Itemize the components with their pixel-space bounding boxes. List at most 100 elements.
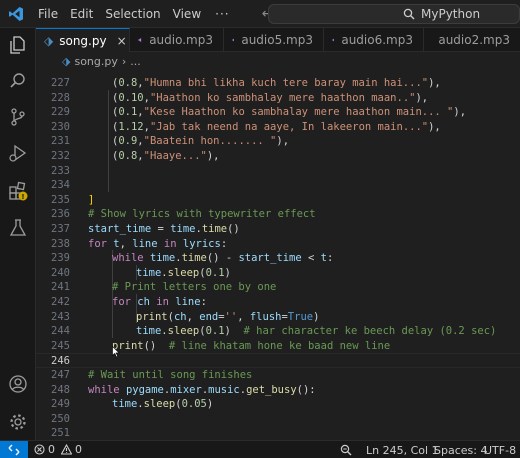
search-icon[interactable] — [6, 69, 30, 93]
line-number: 251 — [51, 427, 70, 440]
tab-audio6-mp3[interactable]: audio6.mp3 — [324, 28, 424, 52]
tab-label: audio.mp3 — [149, 33, 213, 47]
tab-label: song.py — [59, 33, 107, 48]
more-menu-button[interactable]: ··· — [207, 0, 237, 28]
code-line: 242 for ch in line: — [36, 295, 520, 310]
extensions-icon[interactable]: ! — [6, 179, 30, 203]
line-number: 229 — [51, 106, 70, 119]
audio-file-icon — [232, 38, 235, 42]
line-number: 230 — [51, 120, 70, 133]
line-number: 236 — [51, 208, 70, 221]
audio-file-icon — [332, 38, 335, 42]
line-number: 248 — [51, 383, 70, 396]
warning-count: 0 — [75, 443, 82, 456]
line-number: 246 — [51, 355, 70, 368]
mouse-pointer-icon — [112, 346, 120, 358]
tab-audio-mp3[interactable]: audio.mp3 — [130, 28, 224, 52]
code-line: 239 while time.time() - start_time < t: — [36, 251, 520, 266]
account-icon[interactable] — [6, 372, 30, 396]
menu-selection[interactable]: Selection — [99, 0, 166, 28]
code-line: 227 (0.8,"Humna bhi likha kuch tere baray… — [36, 76, 520, 91]
line-number: 233 — [51, 164, 70, 177]
tab-song-py[interactable]: ⬗ song.py × — [36, 28, 130, 52]
error-count: 0 — [48, 443, 55, 456]
line-number: 239 — [51, 252, 70, 265]
code-line: 247 # Wait until song finishes — [36, 368, 520, 383]
line-number: 228 — [51, 91, 70, 104]
line-number: 227 — [51, 77, 70, 89]
line-number: 243 — [51, 310, 70, 323]
code-line: 240 time.sleep(0.1) — [36, 266, 520, 281]
menu-file[interactable]: File — [32, 0, 64, 28]
code-editor[interactable]: 227 (0.8,"Humna bhi likha kuch tere baray… — [36, 70, 520, 440]
line-number: 250 — [51, 412, 70, 425]
code-line: 232 (0.8,"Haaye..."), — [36, 149, 520, 164]
python-file-icon: ⬗ — [44, 33, 54, 48]
line-number: 249 — [51, 398, 70, 411]
code-line: 235] — [36, 193, 520, 208]
code-line: 231 (0.9,"Baatein hon....... "), — [36, 134, 520, 149]
file-encoding[interactable]: UTF-8 — [478, 441, 520, 458]
menu-edit[interactable]: Edit — [64, 0, 99, 28]
breadcrumb: ⬗ song.py › ... — [36, 52, 520, 70]
line-number: 241 — [51, 281, 70, 294]
code-line: 233 — [36, 164, 520, 179]
line-number: 247 — [51, 369, 70, 381]
line-number: 242 — [51, 296, 70, 308]
line-number: 231 — [51, 135, 70, 148]
line-number: 234 — [51, 179, 70, 192]
line-number: 240 — [51, 266, 70, 279]
warning-icon — [61, 444, 72, 455]
line-number: 245 — [51, 339, 70, 352]
explorer-icon[interactable] — [6, 33, 30, 57]
close-icon[interactable]: × — [117, 34, 127, 48]
run-debug-icon[interactable] — [6, 141, 30, 165]
python-file-icon: ⬗ — [62, 54, 71, 68]
code-line: 248 while pygame.mixer.music.get_busy(): — [36, 383, 520, 398]
code-line: 237 start_time = time.time() — [36, 222, 520, 237]
current-line: 246 — [36, 353, 520, 368]
activity-bar: ! — [0, 28, 36, 440]
remote-indicator-button[interactable] — [0, 440, 28, 458]
chevron-right-icon: › — [121, 54, 127, 68]
code-line: 245 print() # line khatam hone ke baad ne… — [36, 339, 520, 354]
tab-audio5-mp3[interactable]: audio5.mp3 — [224, 28, 324, 52]
code-line: 236 # Show lyrics with typewriter effect — [36, 207, 520, 222]
code-line: 230 (1.12,"Jab tak neend na aaye, In lake… — [36, 120, 520, 135]
code-line: 244 time.sleep(0.1) # har character ke be… — [36, 324, 520, 339]
source-control-icon[interactable] — [6, 105, 30, 129]
search-text: MyPython — [421, 7, 481, 21]
line-number: 235 — [51, 193, 70, 206]
svg-text:!: ! — [21, 193, 24, 201]
tab-label: audio6.mp3 — [341, 33, 413, 47]
code-line: 229 (0.1,"Kese Haathon ko sambhalay mere … — [36, 105, 520, 120]
code-line: 234 — [36, 178, 520, 193]
manage-gear-icon[interactable] — [6, 410, 30, 434]
command-center-search[interactable]: MyPython — [268, 4, 520, 24]
breadcrumb-more[interactable]: ... — [130, 55, 141, 68]
remote-icon — [8, 444, 20, 455]
line-number: 237 — [51, 223, 70, 235]
code-line: 249 time.sleep(0.05) — [36, 397, 520, 412]
tab-label: audio2.mp3 — [438, 33, 510, 47]
code-line: 250 — [36, 412, 520, 427]
error-icon — [34, 444, 45, 455]
code-line: 238 for t, line in lyrics: — [36, 237, 520, 252]
code-line: 228 (0.10,"Haathon ko sambhalay mere haat… — [36, 91, 520, 106]
editor-tab-bar: ⬗ song.py × audio.mp3 audio5.mp3 audio6.… — [36, 28, 520, 52]
search-icon — [403, 8, 415, 20]
zoom-icon[interactable] — [334, 441, 358, 458]
tab-audio2-mp3[interactable]: audio2.mp3 — [424, 28, 520, 52]
code-line: 251 — [36, 426, 520, 440]
tab-label: audio5.mp3 — [241, 33, 313, 47]
status-bar: 0 0 Ln 245, Col 1 Spaces: 4 UTF-8 — [0, 440, 520, 458]
problems-indicator[interactable]: 0 0 — [28, 443, 88, 456]
breadcrumb-file[interactable]: song.py — [74, 55, 117, 68]
audio-file-icon — [138, 37, 142, 43]
code-line: 241 # Print letters one by one — [36, 280, 520, 295]
title-bar: File Edit Selection View ··· ← → MyPytho… — [0, 0, 520, 28]
line-number: 244 — [51, 325, 70, 338]
line-number: 238 — [51, 237, 70, 250]
testing-icon[interactable] — [6, 216, 30, 240]
menu-view[interactable]: View — [167, 0, 207, 28]
